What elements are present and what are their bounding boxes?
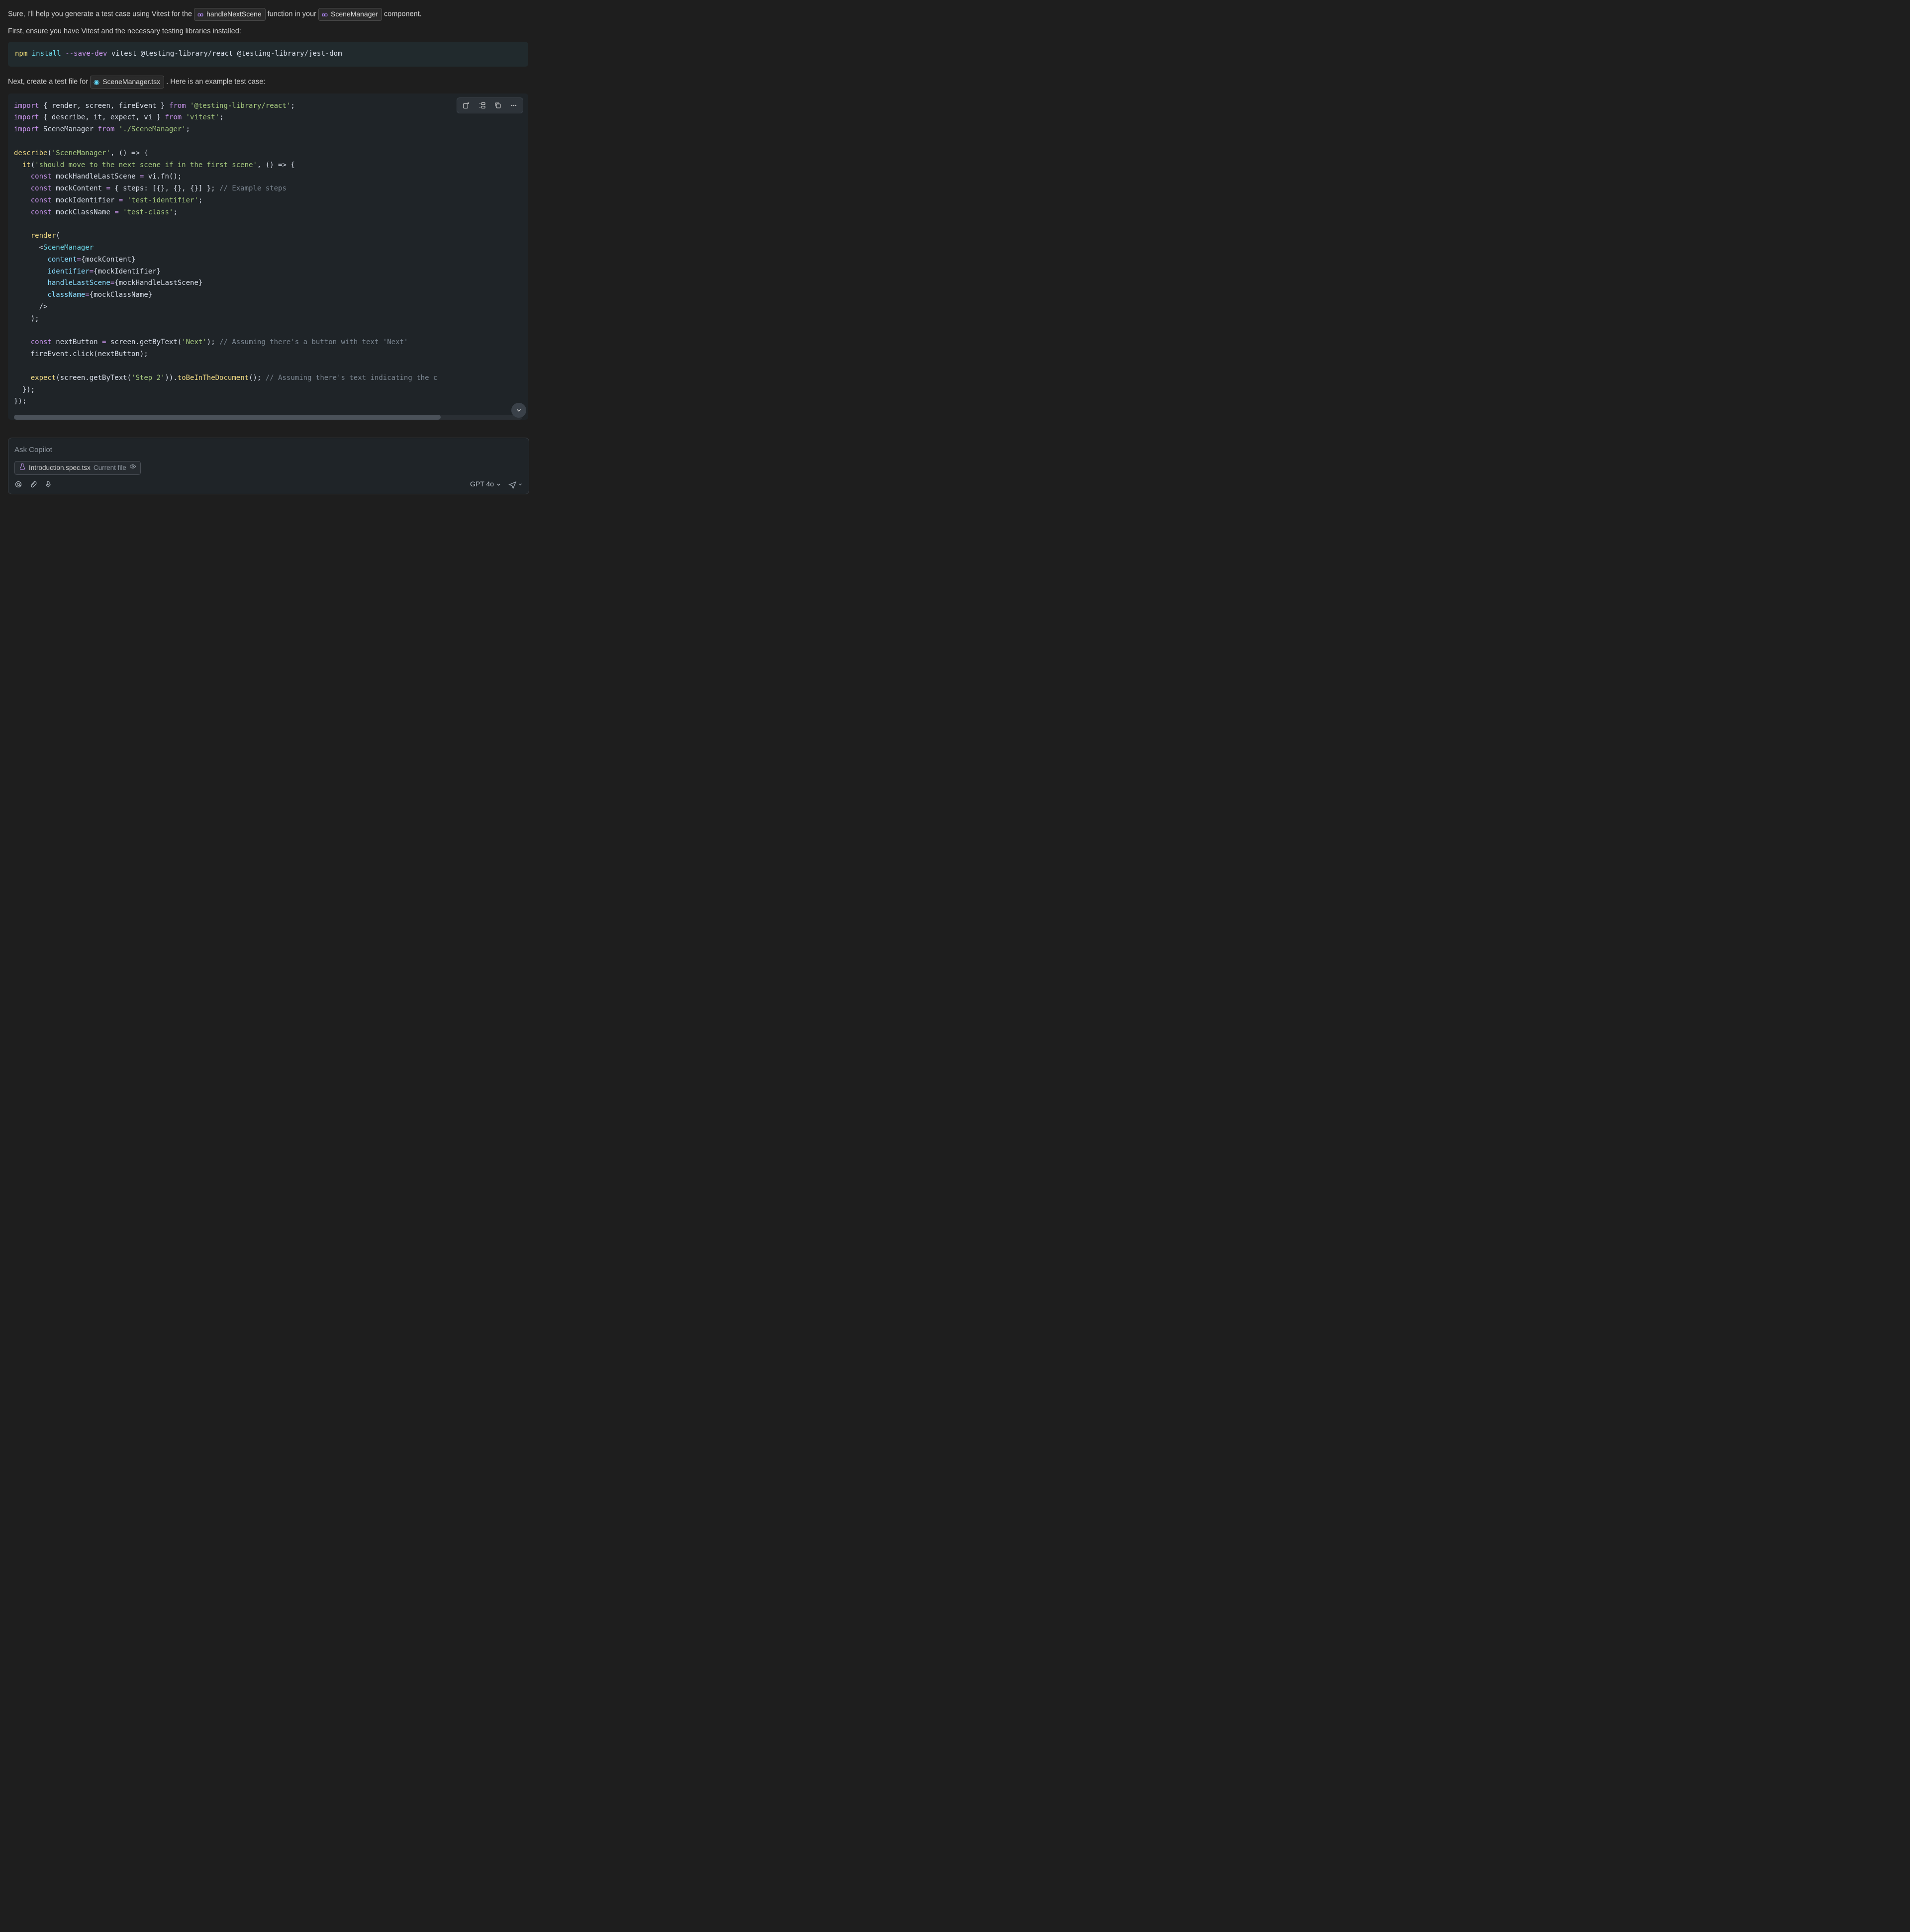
mention-button[interactable] (14, 480, 22, 488)
model-picker[interactable]: GPT 4o (470, 479, 501, 490)
chevron-down-icon (496, 482, 501, 487)
insert-at-cursor-button[interactable] (475, 99, 489, 111)
composer-input[interactable]: Ask Copilot (14, 443, 523, 460)
symbol-chip-file[interactable]: SceneManager.tsx (90, 76, 164, 89)
code-block: import { render, screen, fireEvent } fro… (8, 93, 528, 420)
context-file-sub: Current file (94, 463, 126, 473)
shell-command-block[interactable]: npm install --save-dev vitest @testing-l… (8, 42, 528, 67)
cmd-flag: --save-dev (65, 50, 107, 58)
composer: Ask Copilot Introduction.spec.tsx Curren… (8, 438, 529, 494)
apply-in-editor-button[interactable] (459, 99, 473, 111)
context-file-name: Introduction.spec.tsx (29, 463, 91, 473)
cmd-npm: npm (15, 50, 27, 58)
scroll-to-bottom-button[interactable] (511, 403, 526, 418)
code-toolbar (457, 97, 523, 113)
eye-icon (129, 463, 136, 473)
text: function in your (268, 10, 318, 18)
context-row: Introduction.spec.tsx Current file (14, 461, 523, 475)
symbol-chip-handle-next-scene[interactable]: handleNextScene (194, 8, 266, 21)
symbol-method-icon (197, 11, 204, 18)
react-file-icon (93, 79, 100, 86)
chip-label: handleNextScene (206, 9, 262, 20)
text: Next, create a test file for (8, 78, 90, 86)
symbol-chip-scene-manager[interactable]: SceneManager (318, 8, 382, 21)
send-button[interactable] (508, 480, 523, 489)
assistant-message: Sure, I'll help you generate a test case… (8, 8, 529, 434)
more-actions-button[interactable] (507, 99, 521, 111)
text: . Here is an example test case: (166, 78, 265, 86)
chip-label: SceneManager (331, 9, 378, 20)
code-content[interactable]: import { render, screen, fireEvent } fro… (8, 93, 528, 412)
composer-toolbar: GPT 4o (14, 479, 523, 490)
symbol-method-icon (321, 11, 328, 18)
copy-button[interactable] (491, 99, 505, 111)
attach-button[interactable] (29, 480, 37, 488)
paragraph-2: First, ensure you have Vitest and the ne… (8, 26, 528, 37)
model-label: GPT 4o (470, 479, 494, 490)
text: Sure, I'll help you generate a test case… (8, 10, 194, 18)
chevron-down-icon (518, 482, 523, 487)
text: component. (384, 10, 422, 18)
paragraph-3: Next, create a test file for SceneManage… (8, 76, 528, 89)
paragraph-1: Sure, I'll help you generate a test case… (8, 8, 528, 21)
horizontal-scrollbar[interactable] (14, 415, 522, 420)
context-file-chip[interactable]: Introduction.spec.tsx Current file (14, 461, 141, 475)
scrollbar-thumb[interactable] (14, 415, 441, 420)
cmd-packages: vitest @testing-library/react @testing-l… (111, 50, 342, 58)
cmd-install: install (32, 50, 61, 58)
chip-label: SceneManager.tsx (102, 77, 160, 88)
beaker-icon (19, 463, 26, 473)
voice-button[interactable] (44, 480, 52, 488)
